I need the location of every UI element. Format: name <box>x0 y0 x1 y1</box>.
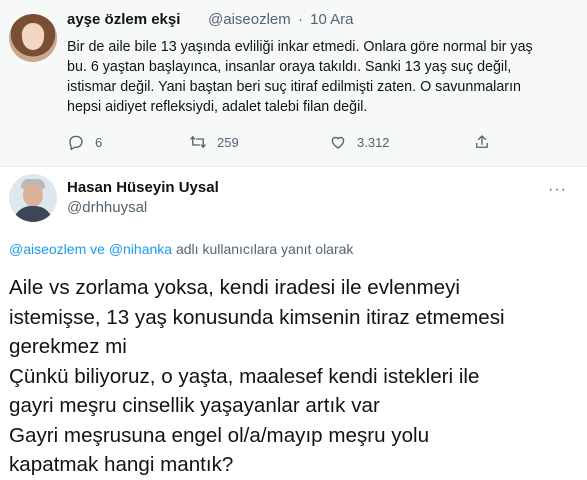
replying-suffix: adlı kullanıcılara yanıt olarak <box>175 241 354 257</box>
reply-icon <box>69 135 83 151</box>
tweet-text-line: kapatmak hangi mantık? <box>9 453 234 476</box>
reply-button[interactable]: 6 <box>67 133 102 151</box>
divider <box>0 166 587 167</box>
mention-link[interactable]: @aiseozlem <box>9 241 86 257</box>
author-handle[interactable]: @aiseozlem <box>208 11 291 28</box>
retweet-icon <box>190 136 206 148</box>
tweet-text-line: bu. 6 yaştan başlayınca, insanlar oraya … <box>67 59 512 75</box>
retweet-button[interactable]: 259 <box>189 133 239 151</box>
author-name[interactable]: Hasan Hüseyin Uysal <box>67 179 219 196</box>
tweet-text-line: gerekmez mi <box>9 335 127 358</box>
tweet-meta: @aiseozlem · 10 Ara <box>208 11 356 28</box>
tweet-text: Aile vs zorlama yoksa, kendi iradesi ile… <box>9 273 579 480</box>
separator: · <box>297 11 303 28</box>
avatar-suit <box>13 206 53 222</box>
like-icon <box>331 136 345 149</box>
tweet-text-line: hepsi aidiyet refleksiydi, adalet talebi… <box>67 99 368 115</box>
avatar[interactable] <box>9 174 57 222</box>
share-button[interactable] <box>473 133 491 151</box>
tweet-text: Bir de aile bile 13 yaşında evliliği ink… <box>67 37 567 117</box>
tweet-text-line: gayri meşru cinsellik yaşayanlar artık v… <box>9 394 380 417</box>
replying-and: ve <box>90 241 105 257</box>
retweet-count: 259 <box>217 134 239 150</box>
tweet-actions: 6 259 3.312 <box>67 133 547 153</box>
like-count: 3.312 <box>357 134 390 150</box>
tweet-text-line: Çünkü biliyoruz, o yaşta, maalesef kendi… <box>9 364 480 388</box>
tweet-date[interactable]: 10 Ara <box>310 11 353 28</box>
more-options-button[interactable]: ··· <box>548 181 567 199</box>
mention-link[interactable]: @nihanka <box>109 241 172 257</box>
reply-count: 6 <box>95 134 103 150</box>
parent-tweet[interactable]: ayşe özlem ekşi @aiseozlem · 10 Ara Bir … <box>0 0 587 166</box>
tweet-text-line: Bir de aile bile 13 yaşında evliliği ink… <box>67 39 533 55</box>
like-button[interactable]: 3.312 <box>329 133 390 151</box>
tweet-text-line: istemişse, 13 yaş konusunda kimsenin iti… <box>9 305 505 329</box>
share-icon <box>476 135 488 148</box>
tweet-text-line: Aile vs zorlama yoksa, kendi iradesi ile… <box>9 276 460 299</box>
author-handle[interactable]: @drhhuysal <box>67 199 147 216</box>
tweet-text-line: istismar değil. Yani baştan beri suç iti… <box>67 79 521 95</box>
replying-to: @aiseozlem ve @nihanka adlı kullanıcılar… <box>9 241 353 257</box>
tweet-text-line: Gayri meşrusuna engel ol/a/mayıp meşru y… <box>9 423 430 447</box>
author-name[interactable]: ayşe özlem ekşi <box>67 11 180 28</box>
avatar-face <box>23 183 43 207</box>
avatar[interactable] <box>9 14 57 62</box>
